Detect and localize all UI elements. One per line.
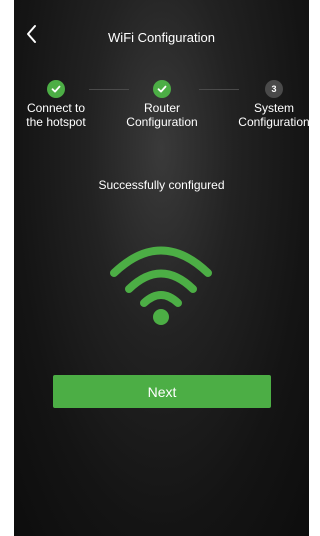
step-label: Router Configuration	[126, 101, 198, 129]
next-button[interactable]: Next	[53, 375, 271, 408]
wifi-configuration-screen: WiFi Configuration Connect to the hotspo…	[14, 0, 309, 536]
step-system-configuration: 3 System Configuration	[229, 80, 309, 129]
page-title: WiFi Configuration	[108, 30, 215, 45]
step-number-badge: 3	[265, 80, 283, 98]
header-bar: WiFi Configuration	[14, 0, 309, 62]
step-done-check-icon	[47, 80, 65, 98]
step-connect-hotspot: Connect to the hotspot	[14, 80, 101, 129]
step-label: System Configuration	[238, 101, 309, 129]
step-label: Connect to the hotspot	[26, 101, 86, 129]
step-done-check-icon	[153, 80, 171, 98]
step-progress: Connect to the hotspot Router Configurat…	[14, 80, 309, 140]
wifi-icon	[110, 246, 212, 325]
step-router-configuration: Router Configuration	[117, 80, 207, 129]
status-message: Successfully configured	[98, 178, 225, 192]
